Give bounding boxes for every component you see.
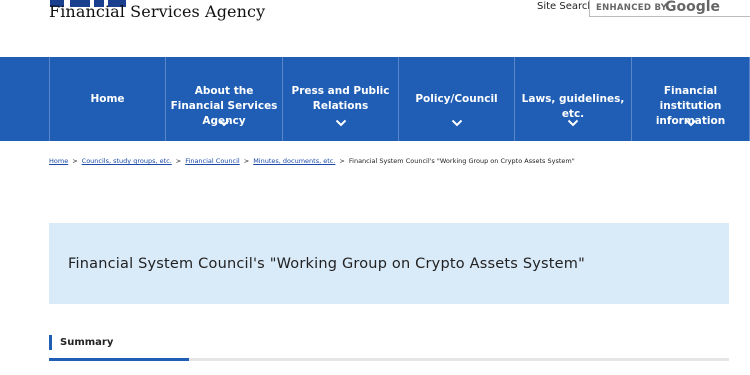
site-search-input[interactable]: ENHANCED BY Google (589, 0, 750, 17)
chevron-down-icon (685, 117, 697, 129)
chevron-down-icon (335, 117, 347, 129)
breadcrumb-separator: > (72, 157, 78, 165)
nav-item-label: Policy/Council (415, 93, 498, 105)
summary-underline (49, 358, 729, 361)
summary-underline-accent (49, 358, 189, 361)
breadcrumb-link-minutes[interactable]: Minutes, documents, etc. (253, 157, 335, 165)
nav-item-label: Press and Public Relations (291, 85, 390, 112)
chevron-down-icon (567, 117, 579, 129)
breadcrumb-link-councils[interactable]: Councils, study groups, etc. (82, 157, 172, 165)
google-logo: Google (665, 0, 721, 15)
breadcrumb-link-financial-council[interactable]: Financial Council (185, 157, 239, 165)
nav-item-about[interactable]: About the Financial Services Agency (165, 57, 282, 141)
page-title-panel: Financial System Council's "Working Grou… (49, 223, 729, 304)
nav-item-laws[interactable]: Laws, guidelines, etc. (514, 57, 631, 141)
summary-heading: Summary (60, 337, 114, 348)
nav-item-home[interactable]: Home (49, 57, 165, 141)
site-header: Financial Services Agency Site Search EN… (0, 0, 750, 57)
breadcrumb-link-home[interactable]: Home (49, 157, 68, 165)
nav-item-label: Home (90, 93, 125, 105)
chevron-down-icon (218, 117, 230, 129)
page-title: Financial System Council's "Working Grou… (68, 256, 585, 272)
breadcrumb-separator: > (175, 157, 182, 165)
breadcrumb-separator: > (339, 157, 345, 165)
site-search-label: Site Search (537, 1, 594, 12)
site-logo-text[interactable]: Financial Services Agency (49, 2, 265, 21)
breadcrumb-current: Financial System Council's "Working Grou… (348, 157, 575, 165)
nav-item-policy[interactable]: Policy/Council (398, 57, 514, 141)
breadcrumb: Home > Councils, study groups, etc. > Financ… (49, 157, 575, 165)
chevron-down-icon (451, 117, 463, 129)
summary-heading-accent (49, 335, 52, 350)
breadcrumb-separator: > (243, 157, 250, 165)
global-nav: Home About the Financial Services Agency… (0, 57, 750, 141)
nav-item-press[interactable]: Press and Public Relations (282, 57, 398, 141)
nav-item-financial-institution[interactable]: Financial institution information (631, 57, 750, 141)
search-enhanced-label: ENHANCED BY (596, 3, 668, 13)
